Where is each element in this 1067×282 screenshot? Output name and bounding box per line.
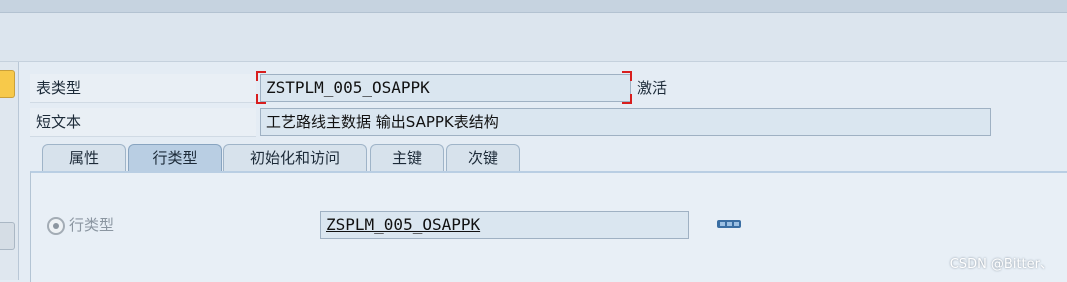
table-type-label: 表类型 [30, 74, 256, 103]
row-type-value: ZSPLM_005_OSAPPK [326, 215, 481, 234]
row-type-tab-panel: 行类型 ZSPLM_005_OSAPPK [30, 171, 1067, 282]
watermark: CSDN @Bitter、 [949, 257, 1053, 272]
input-help-icon[interactable] [717, 219, 741, 229]
left-panel-tab-button[interactable] [0, 70, 15, 98]
short-text-label: 短文本 [30, 108, 256, 137]
activation-status: 激活 [637, 79, 668, 97]
top-bar [0, 0, 1067, 13]
application-toolbar [0, 13, 1067, 62]
row-type-radio-label: 行类型 [69, 216, 115, 234]
tab-initialization-and-access[interactable]: 初始化和访问 [223, 144, 367, 171]
row-type-field[interactable]: ZSPLM_005_OSAPPK [320, 211, 689, 239]
focus-corner-top-left [256, 71, 266, 81]
tab-secondary-key[interactable]: 次键 [446, 144, 520, 171]
tab-attributes[interactable]: 属性 [42, 144, 126, 171]
tab-strip: 属性 行类型 初始化和访问 主键 次键 [30, 144, 1030, 172]
row-type-radio-button[interactable] [47, 217, 65, 235]
table-type-field[interactable]: ZSTPLM_005_OSAPPK [260, 74, 631, 102]
focus-corner-bottom-left [256, 94, 266, 104]
tab-row-type[interactable]: 行类型 [128, 144, 222, 171]
table-type-editor: 表类型 ZSTPLM_005_OSAPPK 激活 短文本 工艺路线主数据 输出S… [30, 71, 1067, 282]
focus-corner-top-right [622, 71, 632, 81]
tab-primary-key[interactable]: 主键 [370, 144, 444, 171]
focus-corner-bottom-right [622, 94, 632, 104]
left-panel-button[interactable] [0, 222, 15, 250]
short-text-field[interactable]: 工艺路线主数据 输出SAPPK表结构 [260, 108, 991, 136]
